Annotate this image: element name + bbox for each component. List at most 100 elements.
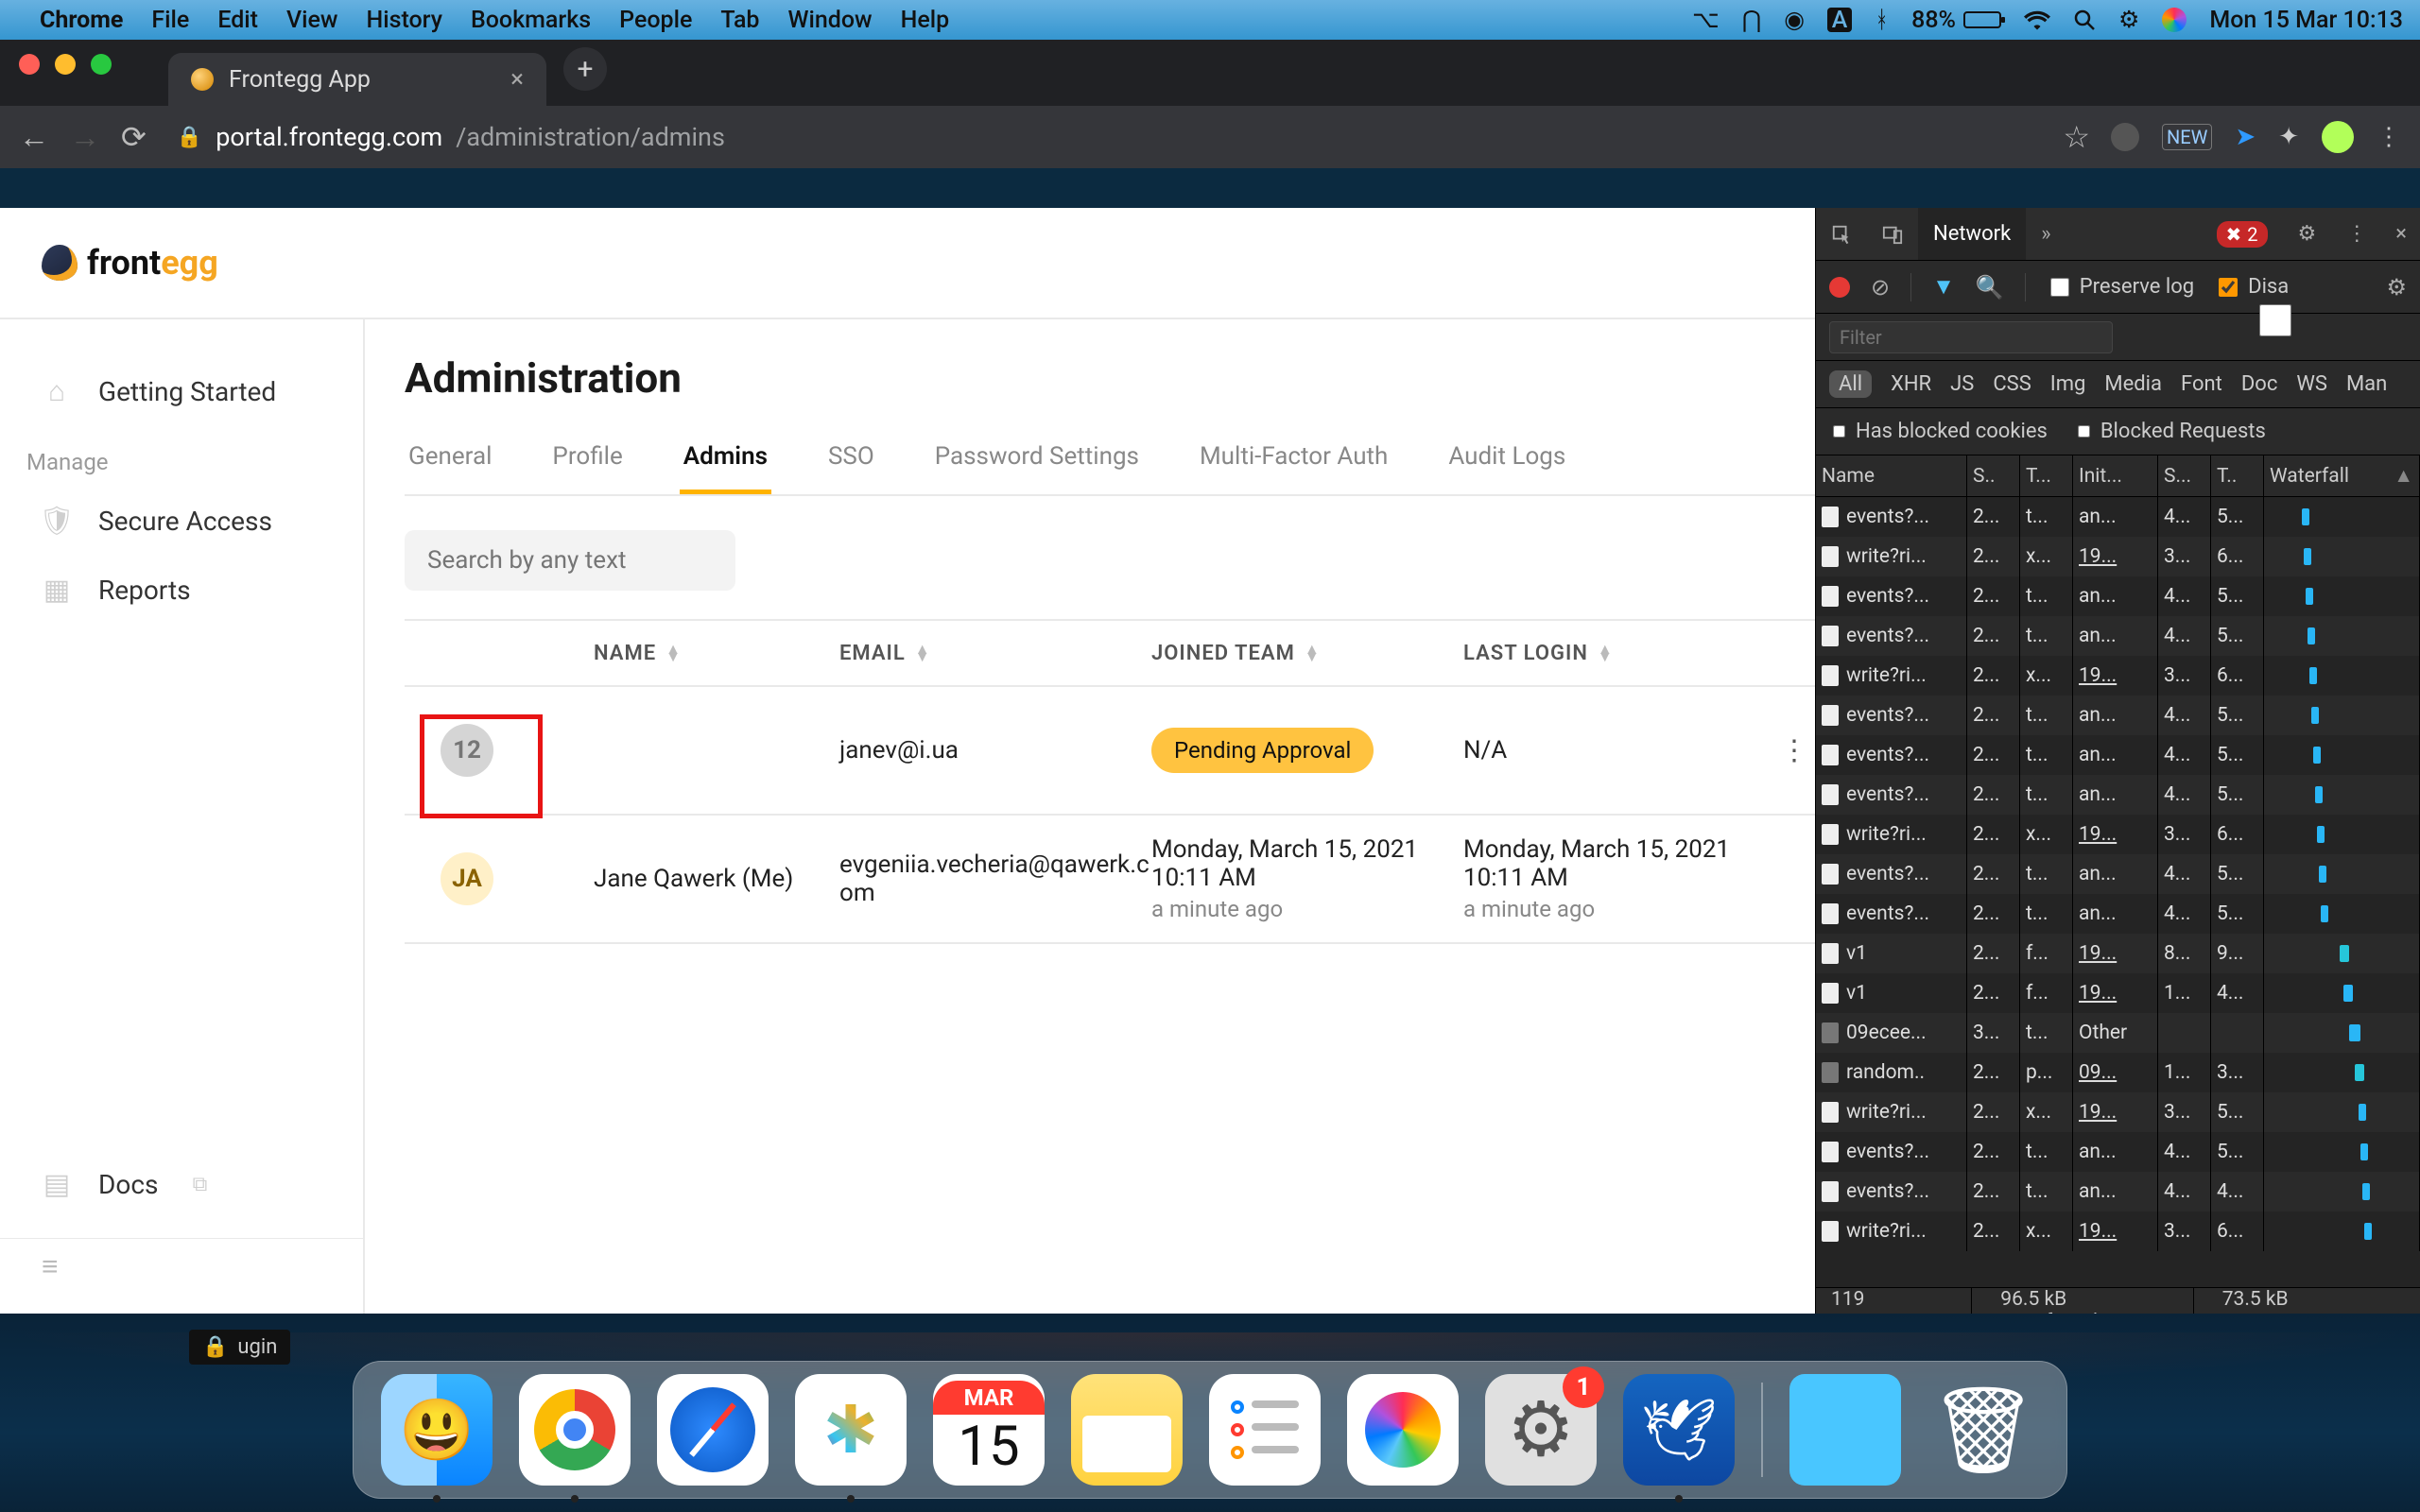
control-center-icon[interactable]: ⚙ [2118, 6, 2139, 34]
tab-password-settings[interactable]: Password Settings [931, 429, 1143, 494]
menubar-clock[interactable]: Mon 15 Mar 10:13 [2209, 7, 2403, 34]
mac-menu-help[interactable]: Help [901, 7, 950, 34]
devtools-close-button[interactable]: × [2382, 222, 2420, 246]
devtools-settings-button[interactable]: ⚙ [2283, 208, 2332, 260]
network-settings-button[interactable]: ⚙ [2386, 274, 2407, 301]
profile-button[interactable] [2322, 121, 2354, 153]
preserve-log-checkbox[interactable]: Preserve log [2047, 275, 2194, 300]
new-tab-button[interactable]: + [563, 47, 607, 91]
network-row[interactable]: events?...2...t...an...4...5... [1816, 576, 2420, 616]
status-leaf-icon[interactable]: ⌥ [1692, 6, 1720, 34]
sidebar-item-docs[interactable]: ▤ Docs ⧉ [0, 1150, 363, 1219]
wifi-icon[interactable] [2024, 9, 2050, 30]
network-row[interactable]: events?...2...t...an...4...4... [1816, 1172, 2420, 1211]
dock-chrome[interactable] [519, 1374, 631, 1486]
nth-waterfall[interactable]: Waterfall▲ [2264, 455, 2420, 496]
devtools-more-tabs[interactable]: » [2026, 208, 2066, 260]
network-row[interactable]: write?ri...2...x...19...3...6... [1816, 656, 2420, 696]
type-media[interactable]: Media [2104, 372, 2162, 396]
dock-finder[interactable]: 😃 [381, 1374, 493, 1486]
chrome-menu-button[interactable]: ⋮ [2377, 123, 2401, 151]
dock-photos[interactable] [1347, 1374, 1459, 1486]
reload-button[interactable]: ⟳ [121, 119, 147, 155]
mac-menu-people[interactable]: People [619, 7, 692, 34]
back-button[interactable]: ← [19, 119, 49, 155]
siri-icon[interactable] [2162, 8, 2187, 32]
blocked-requests-checkbox[interactable]: Blocked Requests [2074, 420, 2266, 443]
filter-toggle-button[interactable]: ▼ [1932, 273, 1955, 301]
app-logo[interactable]: frontegg [42, 243, 218, 283]
network-row[interactable]: events?...2...t...an...4...5... [1816, 1132, 2420, 1172]
dock-reminders[interactable] [1209, 1374, 1321, 1486]
mac-menu-bookmarks[interactable]: Bookmarks [471, 7, 591, 34]
forward-button[interactable]: → [70, 119, 100, 155]
type-xhr[interactable]: XHR [1891, 372, 1931, 396]
tab-admins[interactable]: Admins [680, 429, 771, 494]
network-row[interactable]: events?...2...t...an...4...5... [1816, 497, 2420, 537]
type-img[interactable]: Img [2050, 372, 2086, 396]
browser-tab[interactable]: Frontegg App × [168, 53, 546, 106]
window-minimize-button[interactable] [55, 54, 76, 75]
search-button[interactable]: 🔍 [1976, 274, 2004, 301]
mac-app-name[interactable]: Chrome [40, 7, 123, 34]
ext-circle-icon[interactable] [2111, 123, 2139, 151]
network-row[interactable]: v12...f...19...1...4... [1816, 973, 2420, 1013]
record-button[interactable] [1829, 277, 1850, 298]
ext-send-icon[interactable]: ➤ [2235, 123, 2256, 151]
nth-status[interactable]: S.. [1967, 455, 2020, 496]
tab-close-button[interactable]: × [510, 65, 524, 94]
error-badge[interactable]: ✖ 2 [2217, 221, 2268, 248]
network-row[interactable]: events?...2...t...an...4...5... [1816, 854, 2420, 894]
nth-type[interactable]: T... [2020, 455, 2073, 496]
inspect-button[interactable] [1816, 208, 1867, 260]
network-row[interactable]: write?ri...2...x...19...3...5... [1816, 1092, 2420, 1132]
disable-cache-checkbox[interactable]: Disa [2215, 275, 2289, 300]
sidebar-collapse-button[interactable]: ≡ [0, 1238, 363, 1295]
search-input[interactable] [405, 530, 735, 591]
battery-status[interactable]: 88% [1911, 7, 2001, 34]
network-row[interactable]: write?ri...2...x...19...3...6... [1816, 537, 2420, 576]
type-css[interactable]: CSS [1993, 372, 2031, 396]
mac-menu-edit[interactable]: Edit [217, 7, 258, 34]
mac-menu-history[interactable]: History [366, 7, 442, 34]
bluetooth-icon[interactable]: ᚼ [1875, 7, 1889, 34]
type-all[interactable]: All [1829, 370, 1872, 398]
device-toggle-button[interactable] [1867, 208, 1918, 260]
network-row[interactable]: events?...2...t...an...4...5... [1816, 775, 2420, 815]
network-row[interactable]: events?...2...t...an...4...5... [1816, 894, 2420, 934]
dock-downloads[interactable] [1789, 1374, 1901, 1486]
network-row[interactable]: random..2...p...09...1...3... [1816, 1053, 2420, 1092]
dock-calendar[interactable]: MAR 15 [933, 1374, 1045, 1486]
network-row[interactable]: write?ri...2...x...19...3...6... [1816, 1211, 2420, 1251]
col-name[interactable]: NAME▲▼ [594, 642, 839, 665]
dock-slack[interactable]: ✱ [795, 1374, 907, 1486]
col-email[interactable]: EMAIL▲▼ [839, 642, 1151, 665]
bookmark-star-button[interactable]: ☆ [2063, 119, 2090, 155]
sidebar-item-secure-access[interactable]: 🛡 Secure Access [0, 487, 363, 556]
type-manifest[interactable]: Man [2346, 372, 2387, 396]
status-play-icon[interactable]: ◉ [1784, 6, 1805, 34]
window-fullscreen-button[interactable] [91, 54, 112, 75]
col-login[interactable]: LAST LOGIN▲▼ [1463, 642, 1766, 665]
dock-settings[interactable]: ⚙1 [1485, 1374, 1597, 1486]
window-close-button[interactable] [19, 54, 40, 75]
filter-input[interactable] [1829, 321, 2113, 353]
dock-thunderbird[interactable]: 🕊 [1623, 1374, 1735, 1486]
spotlight-icon[interactable] [2073, 9, 2096, 31]
nth-name[interactable]: Name [1816, 455, 1967, 496]
ext-new-icon[interactable]: NEW [2162, 124, 2212, 150]
address-bar[interactable]: 🔒 portal.frontegg.com/administration/adm… [167, 122, 2043, 152]
network-row[interactable]: v12...f...19...8...9... [1816, 934, 2420, 973]
col-joined[interactable]: JOINED TEAM▲▼ [1151, 642, 1463, 665]
dock-trash[interactable]: 🗑 [1927, 1374, 2039, 1486]
clear-button[interactable]: ⊘ [1871, 274, 1890, 301]
blocked-cookies-checkbox[interactable]: Has blocked cookies [1829, 420, 2048, 443]
row-actions-button[interactable]: ⋮ [1780, 734, 1808, 767]
devtools-menu-button[interactable]: ⋮ [2331, 208, 2382, 260]
dock-safari[interactable] [657, 1374, 769, 1486]
network-row[interactable]: events?...2...t...an...4...5... [1816, 735, 2420, 775]
nth-initiator[interactable]: Init... [2073, 455, 2158, 496]
nth-size[interactable]: S... [2158, 455, 2211, 496]
extensions-button[interactable]: ✦ [2278, 123, 2299, 151]
mac-menu-window[interactable]: Window [787, 7, 872, 34]
